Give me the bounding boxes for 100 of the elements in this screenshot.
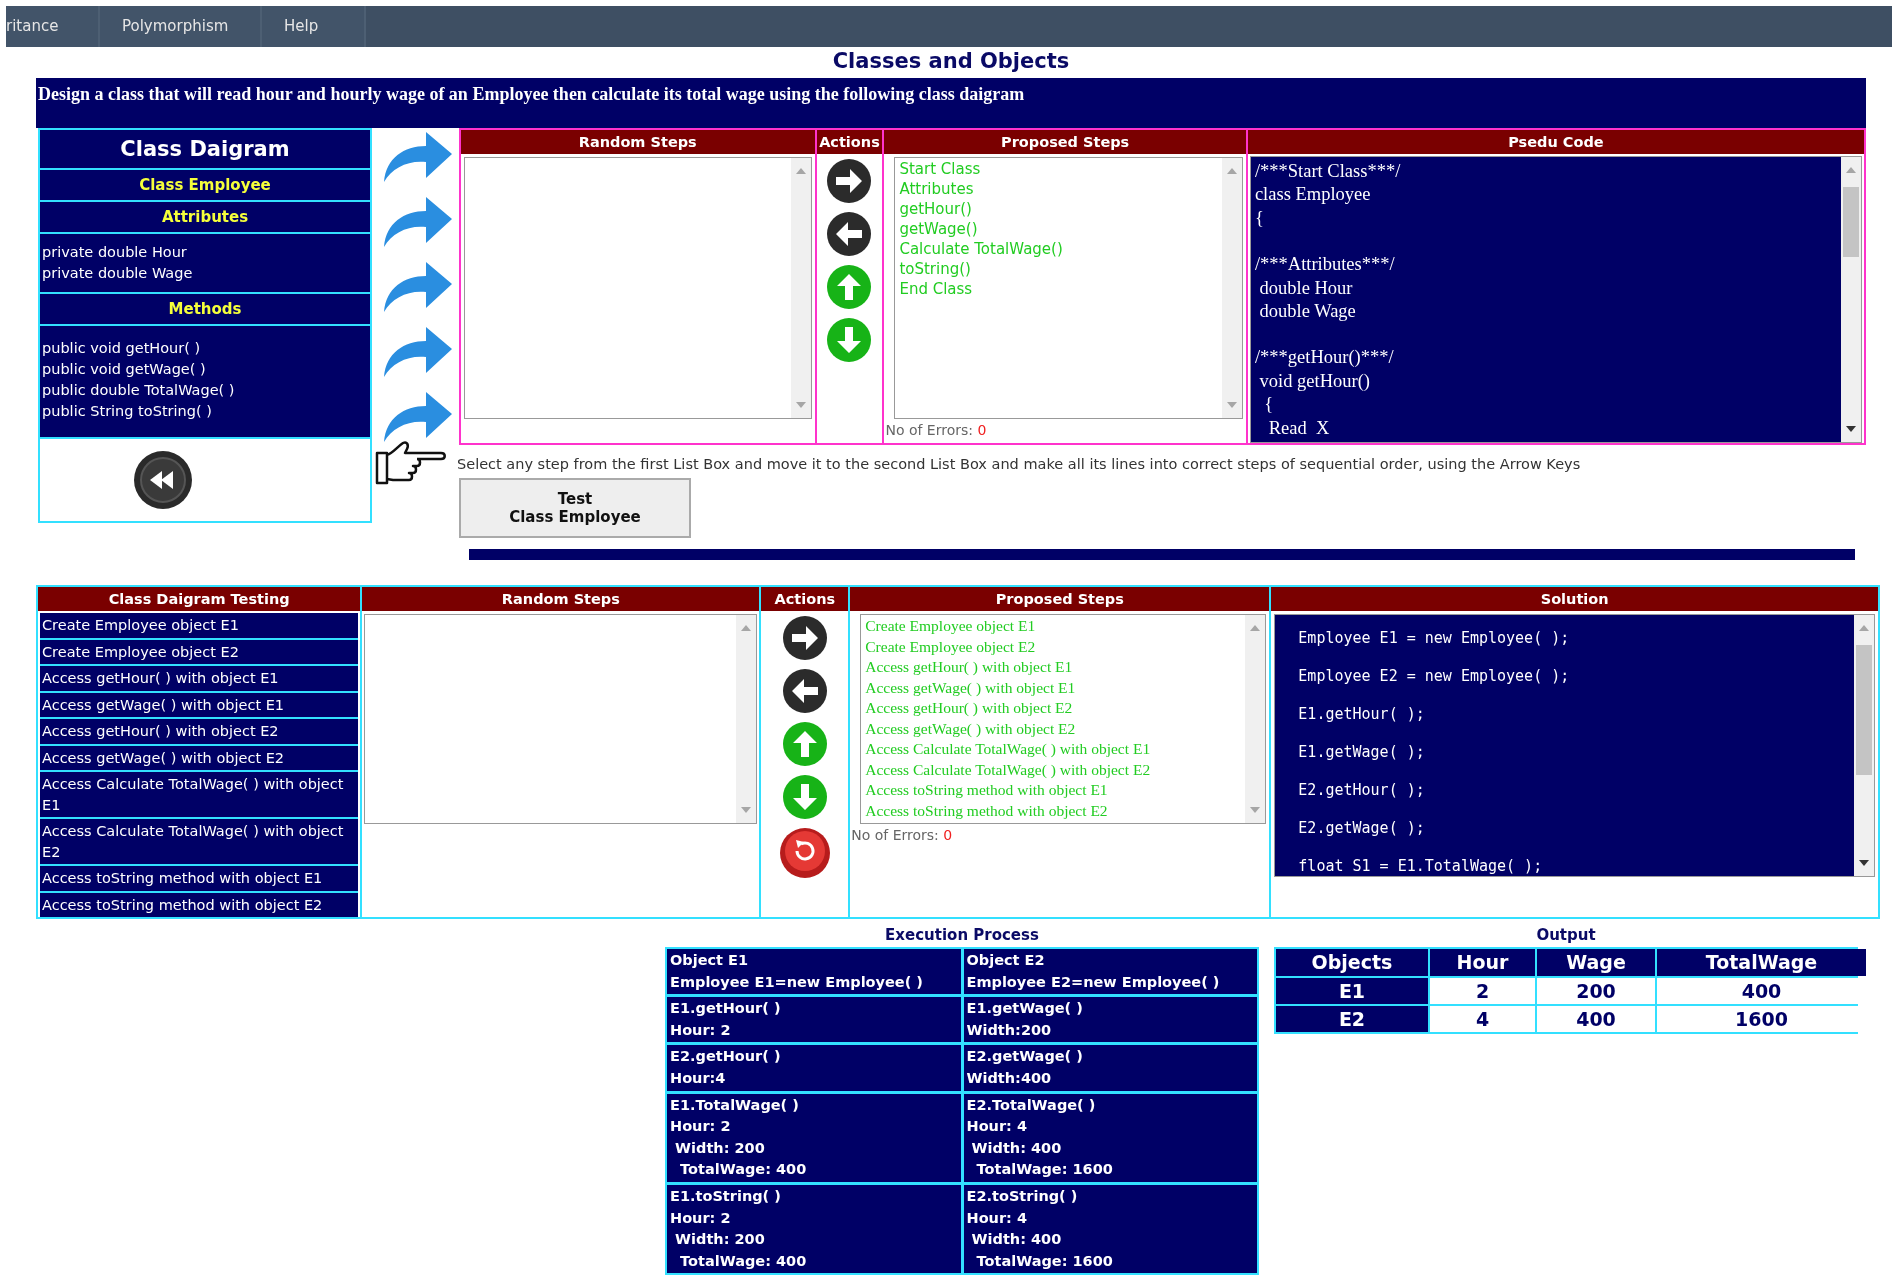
method-text: public void getHour( ) [42,339,202,358]
code-line: E2.getWage( ); [1298,818,1426,839]
step-item[interactable]: Access getHour( ) with object E1 [865,657,1242,678]
step-item[interactable]: getWage() [899,219,1218,239]
step-item[interactable]: Access Calculate TotalWage( ) with object E1 [865,739,1242,760]
code-line: /***Attributes***/ [1254,253,1396,277]
testing-item[interactable]: Access Calculate TotalWage( ) with object E1 [40,772,359,819]
step-item[interactable]: Create Employee object E2 [865,636,1242,657]
method-text: public double TotalWage( ) [42,381,236,400]
execution-cell: Object E2 Employee E2=new Employee( ) [963,949,1257,995]
code-line: /***Start Class***/ [1254,160,1402,183]
execution-cell: Object E1 Employee E1=new Employee( ) [667,949,961,995]
step-item[interactable]: Access getWage( ) with object E2 [865,718,1242,739]
table-header: Hour [1430,949,1535,976]
step-item[interactable]: getHour() [899,199,1218,219]
task-banner: Design a class that will read hour and hourly wage of an Employee then calculate its total wage using the following class daigram [36,78,1866,128]
testing-item[interactable]: Create Employee object E2 [40,639,359,666]
arrow-left-icon[interactable] [781,668,828,714]
column-header: Solution [1271,587,1878,611]
testing-item[interactable]: Access getWage( ) with object E1 [40,692,359,719]
scrollbar[interactable] [1854,615,1874,876]
execution-cell: E2.toString( ) Hour: 4 Width: 400 TotalWage: 1600 [963,1184,1257,1274]
scrollbar[interactable] [1245,615,1266,823]
code-line: E2.getHour( ); [1298,780,1426,801]
code-line: E1.getWage( ); [1298,742,1426,763]
errors-label: No of Errors: [885,422,973,438]
testing-item[interactable]: Access Calculate TotalWage( ) with object E2 [40,819,359,866]
step-item[interactable]: Attributes [899,179,1218,199]
step-item[interactable]: End Class [899,279,1218,299]
rewind-icon[interactable] [132,449,194,511]
execution-cell: E2.getHour( ) Hour:4 [667,1045,961,1091]
code-line: /***getHour()***/ [1254,346,1395,370]
class-name: Class Employee [40,170,370,202]
testing-item[interactable]: Access getHour( ) with object E1 [40,666,359,693]
menu-item[interactable]: ritance [6,6,100,47]
test-button[interactable]: Test Class Employee [459,478,691,538]
instruction-text: Select any step from the first List Box and move it to the second List Box and make all its lines into correct steps of sequential order, using the Arrow Keys [457,456,1581,472]
testing-item[interactable]: Access toString method with object E2 [40,892,359,919]
method-text: public String toString( ) [42,402,213,421]
table-header: Objects [1276,949,1428,976]
execution-cell: E1.TotalWage( ) Hour: 2 Width: 200 TotalWage: 400 [667,1093,961,1182]
code-line: Employee E2 = new Employee( ); [1298,666,1571,687]
step-item[interactable]: Access getHour( ) with object E2 [865,698,1242,719]
testing-item[interactable]: Access getHour( ) with object E2 [40,719,359,746]
proposed-steps-list[interactable]: Start Class Attributes getHour() getWage() Calculate TotalWage() toString() End Class [894,157,1243,419]
table-cell: E2 [1276,1006,1428,1032]
step-item[interactable]: toString() [899,259,1218,279]
arrow-down-icon[interactable] [781,774,828,820]
code-line: { [1254,206,1265,230]
arrow-right-icon[interactable] [826,158,873,204]
table-header: TotalWage [1657,949,1866,976]
reset-icon[interactable] [778,827,831,879]
menu-item[interactable]: Help [262,6,366,47]
arrow-up-icon[interactable] [781,721,828,767]
step-item[interactable]: Access getWage( ) with object E1 [865,677,1242,698]
table-cell: 400 [1537,1006,1655,1032]
testing-item[interactable]: Access getWage( ) with object E2 [40,745,359,772]
step-item[interactable]: Access toString method with object E2 [865,800,1242,821]
scrollbar[interactable] [1221,158,1242,418]
execution-cell: E1.toString( ) Hour: 2 Width: 200 TotalWage: 400 [667,1184,961,1274]
attribute-text: private double Wage [42,264,194,283]
column-header: Psedu Code [1247,130,1864,154]
step-item[interactable]: Access Calculate TotalWage( ) with object E2 [865,759,1242,780]
errors-count: 0 [977,422,987,438]
column-header: Class Daigram Testing [38,587,361,611]
code-line: class Employee [1254,183,1372,207]
execution-cell: E2.getWage( ) Width:400 [963,1045,1257,1091]
column-header: Proposed Steps [850,587,1270,611]
execution-cell: E2.TotalWage( ) Hour: 4 Width: 400 TotalWage: 1600 [963,1093,1257,1182]
arrow-right-icon[interactable] [781,615,828,661]
scrollbar[interactable] [736,615,757,823]
code-line: Employee E1 = new Employee( ); [1298,628,1571,649]
step-item[interactable]: Access toString method with object E1 [865,780,1242,801]
errors-count: 0 [943,827,953,843]
arrow-left-icon[interactable] [826,211,873,257]
scrollbar[interactable] [790,158,811,418]
menu-item[interactable]: Polymorphism [100,6,262,47]
code-line: { [1263,393,1275,417]
arrow-up-icon[interactable] [826,264,873,310]
scrollbar[interactable] [1841,157,1861,442]
arrow-down-icon[interactable] [826,317,873,363]
attributes-heading: Attributes [40,202,370,234]
column-header: Random Steps [461,130,815,154]
column-header: Random Steps [362,587,760,611]
proposed-steps-list[interactable] [860,614,1267,824]
code-line: double Hour [1258,276,1354,300]
code-line: float S1 = E1.TotalWage( ); [1298,856,1544,876]
step-item[interactable]: Calculate TotalWage() [899,239,1218,259]
method-text: public void getWage( ) [42,360,207,379]
class-diagram-title: Class Daigram [40,130,370,170]
step-item[interactable]: Start Class [899,159,1218,179]
table-cell: 4 [1430,1006,1535,1032]
column-header: Actions [816,130,883,154]
code-line: double Wage [1258,300,1357,324]
step-item[interactable]: Create Employee object E1 [865,616,1242,637]
page-title: Classes and Objects [831,48,1071,75]
testing-item[interactable]: Create Employee object E1 [40,613,359,640]
table-cell: 200 [1537,978,1655,1004]
output-title: Output [1535,926,1597,946]
testing-item[interactable]: Access toString method with object E1 [40,866,359,893]
